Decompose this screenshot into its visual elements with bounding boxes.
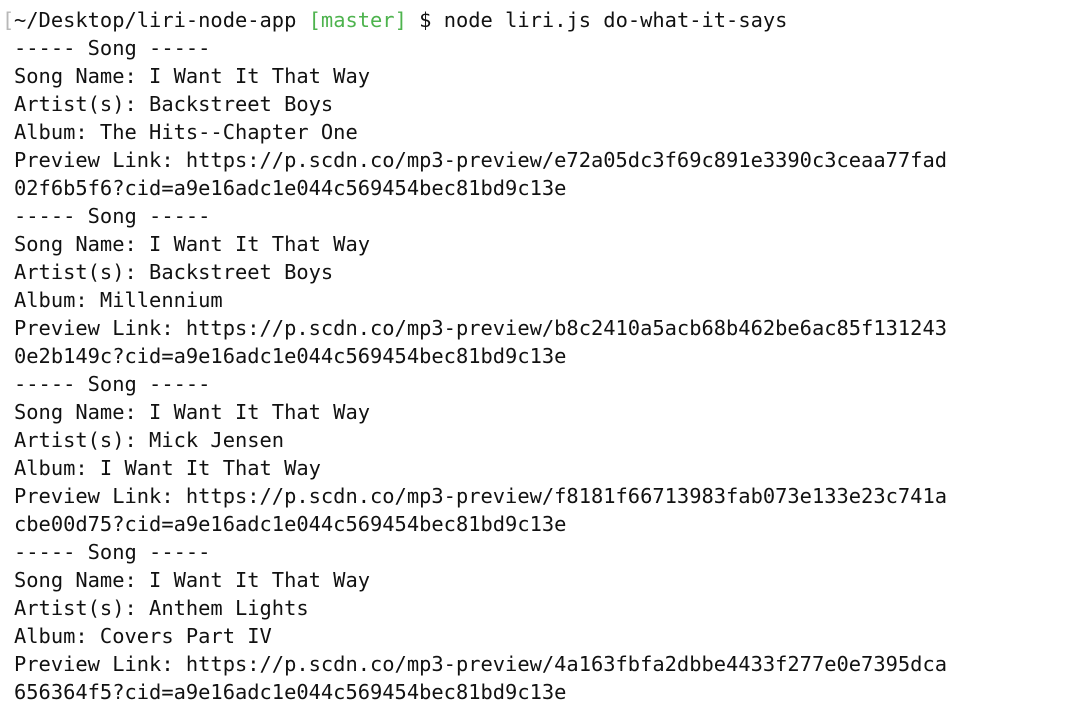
song-artist: Artist(s): Backstreet Boys	[14, 92, 334, 116]
song-preview-link-continued: cbe00d75?cid=a9e16adc1e044c569454bec81bd…	[14, 512, 567, 536]
song-header: ----- Song -----	[14, 36, 211, 60]
song-preview-link-continued: 02f6b5f6?cid=a9e16adc1e044c569454bec81bd…	[14, 176, 567, 200]
prompt-mark: [	[2, 8, 15, 32]
song-preview-link-continued: 0e2b149c?cid=a9e16adc1e044c569454bec81bd…	[14, 344, 567, 368]
git-branch: [master]	[308, 8, 407, 32]
scrollbar[interactable]	[1084, 0, 1090, 708]
song-name: Song Name: I Want It That Way	[14, 232, 371, 256]
terminal-window[interactable]: [ ~/Desktop/liri-node-app [master] $ nod…	[0, 0, 1090, 708]
song-preview-link: Preview Link: https://p.scdn.co/mp3-prev…	[14, 148, 947, 172]
song-header: ----- Song -----	[14, 540, 211, 564]
song-name: Song Name: I Want It That Way	[14, 400, 371, 424]
song-preview-link-continued: 656364f5?cid=a9e16adc1e044c569454bec81bd…	[14, 680, 567, 704]
song-preview-link: Preview Link: https://p.scdn.co/mp3-prev…	[14, 316, 947, 340]
song-artist: Artist(s): Anthem Lights	[14, 596, 309, 620]
song-preview-link: Preview Link: https://p.scdn.co/mp3-prev…	[14, 484, 947, 508]
song-name: Song Name: I Want It That Way	[14, 568, 371, 592]
song-result: ----- Song ----- Song Name: I Want It Th…	[14, 538, 1090, 706]
song-result: ----- Song ----- Song Name: I Want It Th…	[14, 370, 1090, 538]
song-album: Album: The Hits--Chapter One	[14, 120, 358, 144]
song-result: ----- Song ----- Song Name: I Want It Th…	[14, 34, 1090, 202]
command-text: node liri.js do-what-it-says	[443, 8, 788, 32]
prompt-path: ~/Desktop/liri-node-app	[14, 8, 297, 32]
song-album: Album: Covers Part IV	[14, 624, 272, 648]
command-prompt-line: ~/Desktop/liri-node-app [master] $ node …	[14, 6, 1090, 34]
song-header: ----- Song -----	[14, 372, 211, 396]
song-artist: Artist(s): Backstreet Boys	[14, 260, 334, 284]
song-preview-link: Preview Link: https://p.scdn.co/mp3-prev…	[14, 652, 947, 676]
song-album: Album: Millennium	[14, 288, 223, 312]
song-header: ----- Song -----	[14, 204, 211, 228]
song-album: Album: I Want It That Way	[14, 456, 321, 480]
song-result: ----- Song ----- Song Name: I Want It Th…	[14, 202, 1090, 370]
prompt-symbol: $	[419, 8, 432, 32]
song-name: Song Name: I Want It That Way	[14, 64, 371, 88]
song-artist: Artist(s): Mick Jensen	[14, 428, 285, 452]
